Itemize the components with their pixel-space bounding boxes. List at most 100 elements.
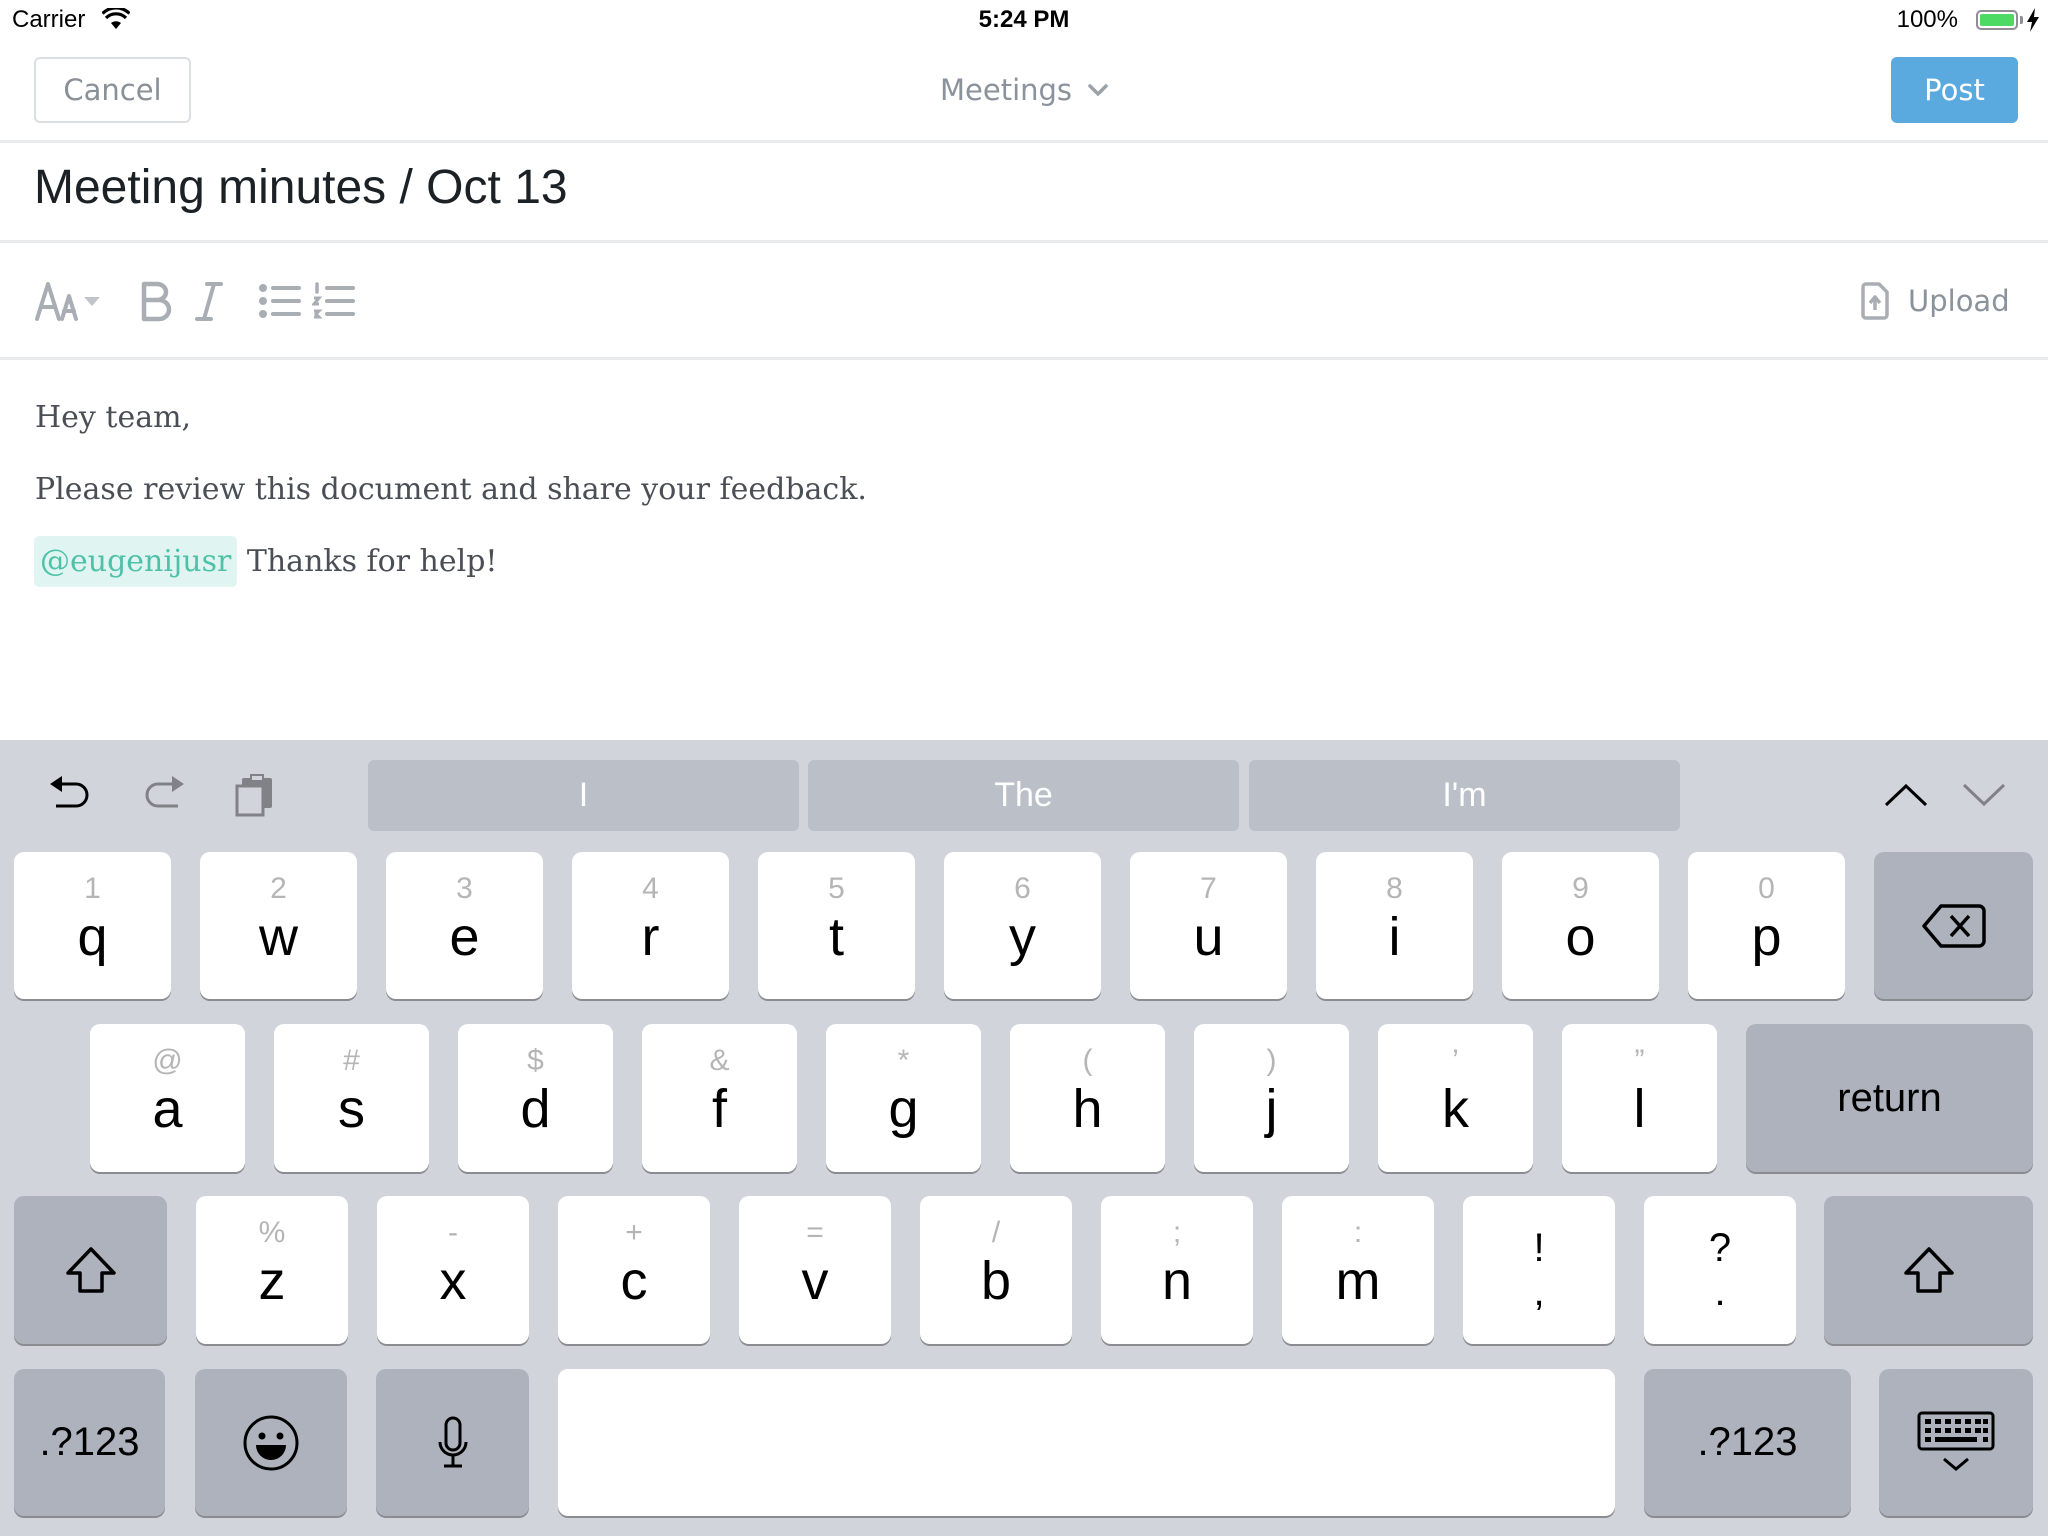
post-button[interactable]: Post [1891,57,2018,123]
bold-button[interactable] [140,280,172,322]
dismiss-keyboard-key[interactable] [1879,1369,2033,1516]
emoji-key[interactable] [195,1369,347,1516]
key-h[interactable]: (h [1010,1024,1165,1172]
key-primary-label: u [1193,907,1224,967]
italic-icon [195,282,223,321]
key-y[interactable]: 6y [944,852,1101,999]
suggestion-2[interactable]: The [808,760,1239,831]
suggestion-3[interactable]: I'm [1249,760,1680,831]
channel-label: Meetings [940,73,1073,107]
charging-bolt-icon [2027,8,2039,32]
upload-button[interactable]: Upload [1860,278,2010,324]
key-j[interactable]: ) j [1194,1024,1349,1172]
upload-label: Upload [1908,284,2010,318]
key-primary-label: x [439,1251,467,1311]
key-c[interactable]: + c [558,1196,710,1344]
key-primary-label: r [641,907,660,967]
bold-icon [141,281,172,322]
key-secondary-label: ” [1634,1044,1645,1077]
key-q[interactable]: 1q [14,852,171,999]
key-secondary-label: $ [527,1044,544,1077]
key-secondary-label: % [258,1216,286,1249]
key-i[interactable]: 8i [1316,852,1473,999]
shift-key-left[interactable] [14,1196,167,1344]
key-secondary-label: - [448,1216,458,1249]
key-primary-label: k [1442,1079,1469,1139]
italic-button[interactable] [194,280,224,322]
key-b[interactable]: / b [920,1196,1072,1344]
key-n[interactable]: ; n [1101,1196,1253,1344]
paste-icon[interactable] [234,774,276,818]
key-k[interactable]: ’ k [1378,1024,1533,1172]
battery-tip [2020,16,2023,24]
divider [0,240,2048,243]
dictation-key[interactable] [376,1369,529,1516]
file-upload-icon [1861,282,1889,320]
key-bottom-label: , [1533,1270,1545,1314]
key-t[interactable]: 5t [758,852,915,999]
return-key[interactable]: return [1746,1024,2033,1172]
chevron-up-icon[interactable] [1884,782,1928,808]
post-title-input[interactable]: Meeting minutes / Oct 13 [34,160,568,215]
battery-icon [1976,10,2018,30]
key-x[interactable]: -x [377,1196,529,1344]
key-f[interactable]: & f [642,1024,797,1172]
key-primary-label: s [338,1079,365,1139]
key-secondary-label: ’ [1452,1044,1459,1077]
space-label [558,1369,1615,1516]
delete-key[interactable] [1874,852,2033,999]
key-secondary-label: 8 [1386,872,1403,905]
key-v[interactable]: = v [739,1196,891,1344]
text-size-button[interactable] [34,280,102,322]
key-o[interactable]: 9o [1502,852,1659,999]
chevron-down-icon[interactable] [1962,782,2006,808]
key-z[interactable]: % z [196,1196,348,1344]
key-s[interactable]: # s [274,1024,429,1172]
key-r[interactable]: 4r [572,852,729,999]
key-primary-label: j [1265,1079,1278,1139]
key-e[interactable]: 3e [386,852,543,999]
key-primary-label: q [77,907,108,967]
key-l[interactable]: ” l [1562,1024,1717,1172]
key-primary-label: e [449,907,480,967]
key-exclaim-comma[interactable]: !, [1463,1196,1615,1344]
shift-key-right[interactable] [1824,1196,2033,1344]
key-secondary-label: 7 [1200,872,1217,905]
numbers-key-left[interactable]: .?123 [14,1369,165,1516]
key-label-stack: !, [1463,1196,1615,1344]
key-primary-label: o [1565,907,1596,967]
suggestion-1[interactable]: I [368,760,799,831]
space-bar[interactable] [558,1369,1615,1516]
key-a[interactable]: @ a [90,1024,245,1172]
bulleted-list-button[interactable] [258,280,302,322]
numbers-key-right[interactable]: .?123 [1644,1369,1851,1516]
key-w[interactable]: 2w [200,852,357,999]
key-primary-label: v [801,1251,829,1311]
cancel-button[interactable]: Cancel [34,57,191,123]
key-secondary-label: 5 [828,872,845,905]
clock: 5:24 PM [978,6,1070,33]
microphone-icon [438,1416,467,1467]
key-primary-label: c [620,1251,648,1311]
key-m[interactable]: :m [1282,1196,1434,1344]
key-u[interactable]: 7u [1130,852,1287,999]
key-primary-label: f [711,1079,727,1139]
numbered-list-button[interactable] [312,280,356,322]
key-top-label: ! [1533,1226,1545,1270]
return-label: return [1837,1075,1942,1120]
user-mention[interactable]: @eugenijusr [34,536,238,587]
key-secondary-label: 3 [456,872,473,905]
key-p[interactable]: 0p [1688,852,1845,999]
undo-icon[interactable] [48,772,94,816]
key-d[interactable]: $ d [458,1024,613,1172]
redo-icon[interactable] [140,772,186,816]
channel-selector[interactable]: Meetings [940,68,1108,112]
key-primary-label: h [1072,1079,1103,1139]
battery-percent: 100% [1896,6,1958,33]
key-g[interactable]: * g [826,1024,981,1172]
key-bottom-label: . [1714,1270,1726,1314]
key-secondary-label: * [897,1044,910,1077]
key-question-period[interactable]: ?. [1644,1196,1796,1344]
key-secondary-label: = [806,1216,824,1249]
emoji-icon [243,1415,299,1470]
